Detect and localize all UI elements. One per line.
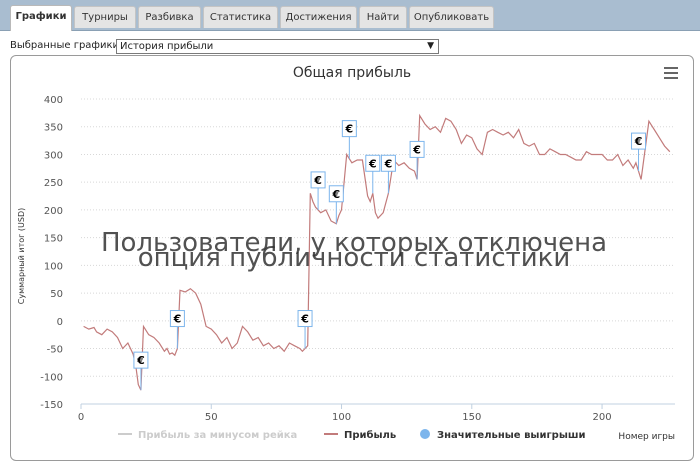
legend-dot-icon (420, 429, 430, 439)
legend-label-net-profit: Прибыль за минусом рейка (138, 429, 297, 441)
y-tick-label: 0 (57, 317, 63, 328)
big-win-flag[interactable]: € (297, 310, 313, 349)
tab-tournaments[interactable]: Турниры (74, 6, 136, 28)
big-win-flag[interactable]: € (328, 185, 344, 224)
legend: Прибыль за минусом рейка Прибыль Значите… (118, 429, 586, 441)
x-tick-label: 100 (332, 412, 351, 423)
tab-achievements[interactable]: Достижения (280, 6, 357, 28)
euro-icon: € (173, 313, 182, 326)
tab-breakdown[interactable]: Разбивка (138, 6, 201, 28)
euro-icon: € (368, 157, 377, 170)
euro-icon: € (313, 174, 322, 187)
big-win-flag[interactable]: € (380, 154, 396, 194)
chart-title: Общая прибыль (293, 65, 411, 81)
y-tick-label: 100 (44, 261, 63, 272)
chevron-down-icon: ▼ (427, 41, 434, 51)
x-axis-label: Номер игры (618, 432, 675, 442)
legend-item-profit[interactable]: Прибыль (324, 429, 396, 441)
big-win-flag[interactable]: € (365, 154, 381, 194)
watermark-line-2: опция публичности статистики (138, 243, 571, 273)
chart-container: Общая прибыль -150 -100 -50 0 50 100 150 200 250… (10, 55, 694, 461)
euro-icon: € (384, 157, 393, 170)
tab-find[interactable]: Найти (359, 6, 407, 28)
y-tick-label: -150 (40, 400, 63, 411)
big-win-flag[interactable]: € (409, 140, 425, 180)
graph-select[interactable]: История прибыли ▼ (116, 39, 439, 54)
y-tick-label: -100 (40, 372, 63, 383)
legend-label-big-wins: Значительные выигрыши (437, 430, 586, 441)
y-tick-label: 350 (44, 123, 63, 134)
big-win-flag[interactable]: € (310, 171, 326, 210)
legend-label-profit: Прибыль (344, 429, 396, 441)
graph-selector-label: Выбранные графики: (10, 40, 123, 51)
tab-graphs[interactable]: Графики (10, 5, 72, 31)
big-win-flag[interactable]: € (169, 310, 185, 349)
profit-chart: Общая прибыль -150 -100 -50 0 50 100 150 200 250… (17, 64, 681, 442)
euro-icon: € (136, 354, 145, 367)
graph-select-value: История прибыли (120, 41, 214, 52)
y-axis-label: Суммарный итог (USD) (17, 208, 26, 305)
tab-publish[interactable]: Опубликовать (409, 6, 494, 28)
euro-icon: € (412, 143, 421, 156)
tab-bar: Графики Турниры Разбивка Статистика Дост… (0, 0, 700, 31)
legend-item-big-wins[interactable]: Значительные выигрыши (420, 429, 586, 441)
euro-icon: € (634, 135, 643, 148)
y-tick-label: 400 (44, 95, 63, 106)
y-tick-label: 50 (50, 289, 63, 300)
y-tick-label: 300 (44, 150, 63, 161)
x-tick-label: 0 (78, 412, 84, 423)
euro-icon: € (300, 313, 309, 326)
x-tick-label: 50 (205, 412, 218, 423)
y-tick-label: 200 (44, 206, 63, 217)
big-win-flag[interactable]: € (341, 120, 357, 159)
euro-icon: € (345, 123, 354, 136)
tab-statistics[interactable]: Статистика (203, 6, 278, 28)
y-tick-label: -50 (47, 345, 63, 356)
watermark: Пользователи, у которых отключена опция … (101, 228, 607, 273)
euro-icon: € (331, 188, 340, 201)
x-tick-label: 200 (593, 412, 612, 423)
x-tick-label: 150 (462, 412, 481, 423)
hamburger-menu-icon[interactable] (661, 64, 681, 82)
y-tick-label: 250 (44, 178, 63, 189)
y-tick-label: 150 (44, 234, 63, 245)
legend-item-net-profit[interactable]: Прибыль за минусом рейка (118, 429, 297, 441)
